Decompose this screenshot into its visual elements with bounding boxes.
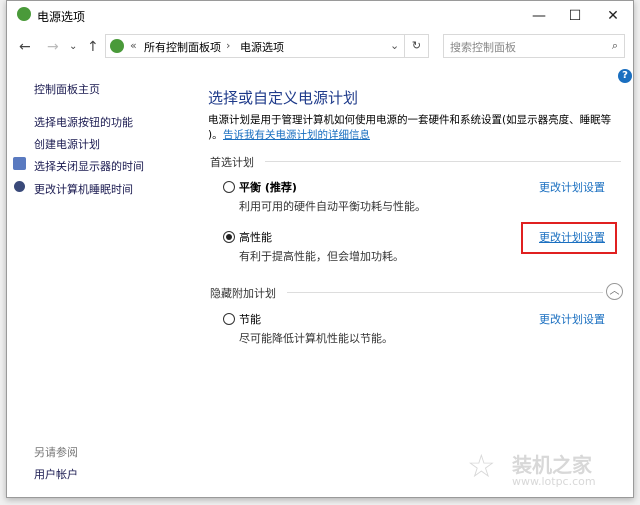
forward-button[interactable]: → xyxy=(47,39,59,55)
plan-power-saver-name[interactable]: 节能 xyxy=(239,311,261,327)
plan-balanced-desc: 利用可用的硬件自动平衡功耗与性能。 xyxy=(239,200,426,213)
balanced-change-settings-link[interactable]: 更改计划设置 xyxy=(539,179,605,195)
plan-balanced-name[interactable]: 平衡 (推荐) xyxy=(239,179,297,195)
display-clock-icon xyxy=(13,157,26,170)
watermark-name: 装机之家 xyxy=(512,453,592,477)
plan-high-performance-desc: 有利于提高性能，但会增加功耗。 xyxy=(239,250,404,263)
breadcrumb-power-options[interactable]: 电源选项 xyxy=(240,39,284,55)
search-input[interactable]: 搜索控制面板 ⌕ xyxy=(443,34,625,58)
maximize-button[interactable]: ☐ xyxy=(555,3,595,29)
power-saver-change-settings-link[interactable]: 更改计划设置 xyxy=(539,311,605,327)
close-button[interactable]: ✕ xyxy=(593,3,633,29)
plan-power-saver-radio[interactable] xyxy=(223,313,235,325)
address-bar[interactable]: « 所有控制面板项 › 电源选项 ⌄ xyxy=(105,34,405,58)
collapse-chevron-up-icon[interactable]: ︿ xyxy=(606,283,623,300)
breadcrumb-prefix: « xyxy=(130,39,137,52)
sidebar-item-power-button[interactable]: 选择电源按钮的功能 xyxy=(34,114,133,130)
power-options-icon xyxy=(17,7,31,21)
watermark-url: www.lotpc.com xyxy=(512,475,596,488)
sidebar-item-sleep-time[interactable]: 更改计算机睡眠时间 xyxy=(34,181,133,197)
minimize-button[interactable]: — xyxy=(519,3,559,29)
plan-power-saver-desc: 尽可能降低计算机性能以节能。 xyxy=(239,332,393,345)
recent-locations-button[interactable]: ⌄ xyxy=(69,41,77,52)
divider xyxy=(287,292,603,293)
sleep-moon-icon xyxy=(14,181,25,192)
search-icon: ⌕ xyxy=(611,39,618,52)
power-options-window: 电源选项 — ☐ ✕ ← → ⌄ ↑ « 所有控制面板项 › 电源选项 ⌄ ↻ … xyxy=(6,0,634,498)
see-also-heading: 另请参阅 xyxy=(34,446,78,459)
search-placeholder: 搜索控制面板 xyxy=(450,41,516,54)
sidebar-item-create-plan[interactable]: 创建电源计划 xyxy=(34,136,100,152)
intro-text-end: )。 xyxy=(208,129,223,141)
window-title: 电源选项 xyxy=(37,10,86,24)
breadcrumb-separator[interactable]: › xyxy=(226,39,230,52)
sidebar-item-user-accounts[interactable]: 用户帐户 xyxy=(34,466,78,482)
refresh-button[interactable]: ↻ xyxy=(405,34,429,58)
power-plan-info-link[interactable]: 告诉我有关电源计划的详细信息 xyxy=(223,127,370,142)
plan-balanced-radio[interactable] xyxy=(223,181,235,193)
watermark-star-icon: ☆ xyxy=(467,447,496,485)
divider xyxy=(265,161,621,162)
help-button[interactable]: ? xyxy=(618,69,632,83)
intro-text: 电源计划是用于管理计算机如何使用电源的一套硬件和系统设置(如显示器亮度、睡眠等 xyxy=(208,114,612,126)
plan-high-performance-name[interactable]: 高性能 xyxy=(239,229,272,245)
sidebar-item-display-off[interactable]: 选择关闭显示器的时间 xyxy=(34,158,144,174)
breadcrumb-all-items[interactable]: 所有控制面板项 xyxy=(144,39,221,55)
back-button[interactable]: ← xyxy=(19,39,31,55)
hidden-plans-label: 隐藏附加计划 xyxy=(210,287,276,300)
up-button[interactable]: ↑ xyxy=(87,39,99,55)
high-performance-change-settings-link[interactable]: 更改计划设置 xyxy=(539,229,605,245)
page-title: 选择或自定义电源计划 xyxy=(208,89,359,107)
address-dropdown[interactable]: ⌄ xyxy=(390,39,399,52)
preferred-plans-label: 首选计划 xyxy=(210,156,254,169)
sidebar-home-link[interactable]: 控制面板主页 xyxy=(34,81,100,97)
plan-high-performance-radio[interactable] xyxy=(223,231,235,243)
control-panel-icon xyxy=(110,39,124,53)
